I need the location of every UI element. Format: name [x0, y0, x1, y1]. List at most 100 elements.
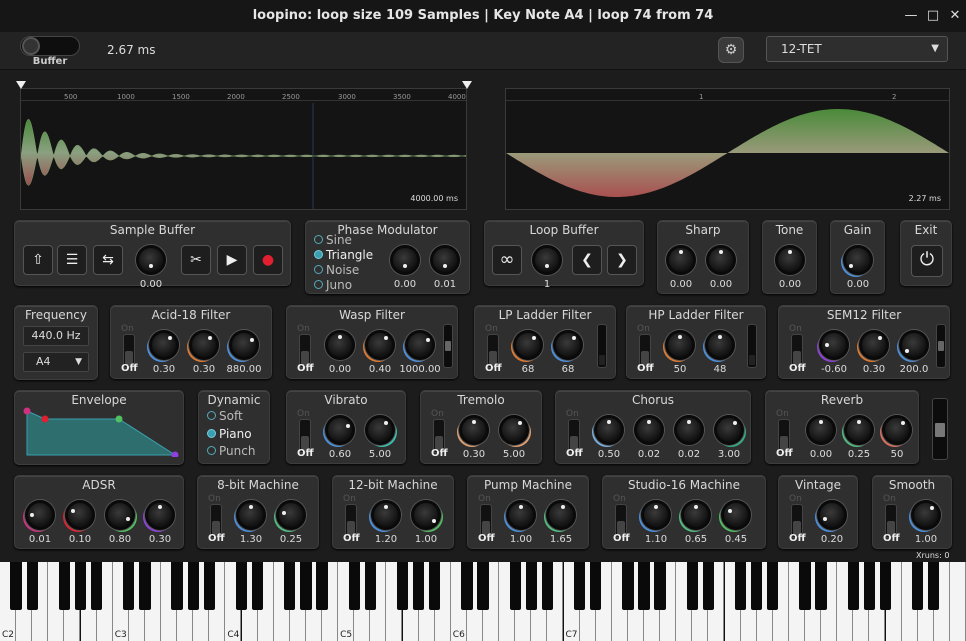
black-key[interactable]	[590, 562, 602, 610]
black-key[interactable]	[123, 562, 135, 610]
black-key[interactable]	[251, 562, 264, 610]
black-key[interactable]	[638, 562, 650, 610]
12bit-knob-1[interactable]	[371, 500, 401, 530]
black-key[interactable]	[573, 562, 586, 610]
prev-loop-icon[interactable]: ❮	[572, 245, 602, 275]
radio-punch[interactable]: Punch	[207, 444, 255, 458]
8bit-knob-1[interactable]	[236, 500, 266, 530]
black-key[interactable]	[396, 562, 409, 610]
acid-knob-1[interactable]	[149, 330, 179, 360]
black-key[interactable]	[171, 562, 183, 610]
adsr-decay-knob[interactable]	[65, 500, 95, 530]
lp-ladder-knob-2[interactable]	[553, 330, 583, 360]
tremolo-knob-2[interactable]	[499, 415, 529, 445]
vibrato-knob-1[interactable]	[325, 415, 355, 445]
adsr-sustain-knob[interactable]	[105, 500, 135, 530]
wasp-knob-1[interactable]	[325, 330, 355, 360]
wasp-slider[interactable]	[443, 324, 453, 368]
black-key[interactable]	[734, 562, 747, 610]
black-key[interactable]	[316, 562, 328, 610]
hp-ladder-knob-2[interactable]	[705, 330, 735, 360]
smooth-knob[interactable]	[911, 500, 941, 530]
sample-waveform[interactable]: 500 1000 1500 2000 2500 3000 3500 4000 4…	[16, 81, 472, 210]
black-key[interactable]	[412, 562, 425, 610]
sem12-knob-1[interactable]	[819, 330, 849, 360]
black-key[interactable]	[58, 562, 71, 610]
black-key[interactable]	[90, 562, 103, 610]
upload-icon[interactable]: ⇧	[23, 245, 53, 275]
sem12-slider[interactable]	[936, 324, 946, 368]
play-icon[interactable]: ▶	[217, 245, 247, 275]
black-key[interactable]	[187, 562, 199, 610]
sample-buffer-knob[interactable]	[136, 245, 166, 275]
radio-soft[interactable]: Soft	[207, 409, 243, 423]
black-key[interactable]	[348, 562, 360, 610]
chorus-knob-1[interactable]	[594, 415, 624, 445]
radio-noise[interactable]: Noise	[314, 263, 359, 277]
piano-keyboard[interactable]: C2 C3 C4 C5 C6 C7	[0, 562, 966, 641]
envelope-editor[interactable]	[21, 407, 181, 457]
black-key[interactable]	[139, 562, 151, 610]
record-icon[interactable]: ●	[253, 245, 283, 275]
lp-ladder-slider[interactable]	[597, 324, 607, 368]
wasp-knob-2[interactable]	[365, 330, 395, 360]
black-key[interactable]	[654, 562, 666, 610]
black-key[interactable]	[541, 562, 554, 610]
chorus-knob-2[interactable]	[634, 415, 664, 445]
file-list-icon[interactable]: ☰	[57, 245, 87, 275]
next-loop-icon[interactable]: ❯	[607, 245, 637, 275]
phase-knob-2[interactable]	[430, 245, 460, 275]
black-key[interactable]	[912, 562, 924, 610]
tone-knob[interactable]	[775, 245, 805, 275]
minimize-icon[interactable]: —	[902, 7, 920, 25]
loop-buffer-knob[interactable]	[532, 245, 562, 275]
chorus-knob-4[interactable]	[714, 415, 744, 445]
reverb-knob-1[interactable]	[806, 415, 836, 445]
radio-sine[interactable]: Sine	[314, 233, 352, 247]
studio16-knob-3[interactable]	[721, 500, 751, 530]
black-key[interactable]	[74, 562, 87, 610]
black-key[interactable]	[203, 562, 215, 610]
sem12-knob-3[interactable]	[899, 330, 929, 360]
hp-ladder-knob-1[interactable]	[665, 330, 695, 360]
loop-end-marker[interactable]	[462, 81, 472, 89]
sharp-knob-2[interactable]	[706, 245, 736, 275]
wasp-knob-3[interactable]	[405, 330, 435, 360]
loop-start-marker[interactable]	[16, 81, 26, 89]
black-key[interactable]	[429, 562, 441, 610]
tremolo-knob-1[interactable]	[459, 415, 489, 445]
black-key[interactable]	[879, 562, 892, 610]
vibrato-knob-2[interactable]	[365, 415, 395, 445]
black-key[interactable]	[847, 562, 859, 610]
adsr-release-knob[interactable]	[145, 500, 175, 530]
acid-knob-2[interactable]	[189, 330, 219, 360]
reverb-knob-3[interactable]	[882, 415, 912, 445]
lp-ladder-knob-1[interactable]	[513, 330, 543, 360]
power-icon[interactable]: ⏻	[911, 245, 943, 277]
black-key[interactable]	[863, 562, 876, 610]
settings-icon[interactable]: ⚙	[718, 37, 744, 63]
black-key[interactable]	[461, 562, 473, 610]
8bit-knob-2[interactable]	[276, 500, 306, 530]
radio-triangle[interactable]: Triangle	[314, 248, 373, 262]
maximize-icon[interactable]: □	[924, 7, 942, 25]
black-key[interactable]	[622, 562, 634, 610]
vintage-knob[interactable]	[817, 500, 847, 530]
reverb-knob-2[interactable]	[844, 415, 874, 445]
phase-knob-1[interactable]	[390, 245, 420, 275]
loop-waveform[interactable]: 1 2 2.27 ms	[505, 88, 950, 210]
black-key[interactable]	[300, 562, 312, 610]
black-key[interactable]	[284, 562, 296, 610]
black-key[interactable]	[767, 562, 779, 610]
12bit-knob-2[interactable]	[411, 500, 441, 530]
radio-piano[interactable]: Piano	[207, 427, 252, 441]
hp-ladder-slider[interactable]	[747, 324, 757, 368]
master-volume-slider[interactable]	[932, 398, 948, 460]
acid-knob-3[interactable]	[229, 330, 259, 360]
black-key[interactable]	[364, 562, 376, 610]
scissors-icon[interactable]: ✂	[181, 245, 211, 275]
black-key[interactable]	[928, 562, 940, 610]
black-key[interactable]	[686, 562, 698, 610]
adsr-attack-knob[interactable]	[25, 500, 55, 530]
swap-icon[interactable]: ⇆	[93, 245, 123, 275]
